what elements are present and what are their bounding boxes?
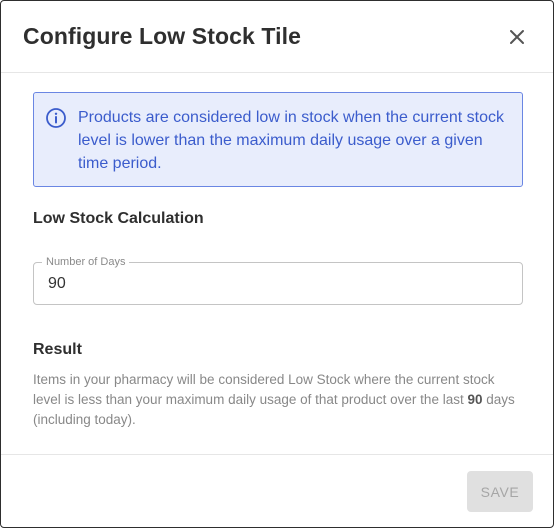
number-of-days-input[interactable] — [35, 264, 521, 303]
dialog-title: Configure Low Stock Tile — [23, 23, 301, 49]
info-alert-text: Products are considered low in stock whe… — [78, 109, 504, 172]
result-heading: Result — [33, 341, 82, 358]
close-icon — [510, 30, 524, 44]
configure-low-stock-dialog: Configure Low Stock Tile Products are co… — [0, 0, 554, 528]
info-alert: Products are considered low in stock whe… — [33, 92, 523, 187]
dialog-header: Configure Low Stock Tile — [1, 1, 553, 73]
result-description: Items in your pharmacy will be considere… — [33, 370, 523, 430]
result-days-value: 90 — [467, 392, 483, 407]
number-of-days-field[interactable]: Number of Days — [33, 255, 523, 305]
result-text-before: Items in your pharmacy will be considere… — [33, 372, 495, 407]
info-circle-icon — [46, 108, 66, 128]
save-button[interactable]: SAVE — [467, 471, 533, 512]
low-stock-calculation-heading: Low Stock Calculation — [33, 210, 204, 227]
close-button[interactable] — [505, 25, 529, 49]
